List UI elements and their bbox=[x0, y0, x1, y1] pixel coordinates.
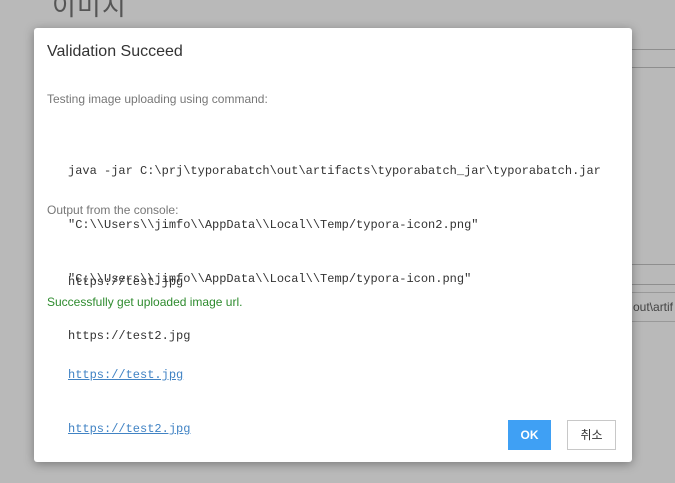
command-label: Testing image uploading using command: bbox=[47, 92, 268, 106]
uploaded-urls: https://test.jpg https://test2.jpg bbox=[68, 330, 190, 474]
validation-dialog: Validation Succeed Testing image uploadi… bbox=[34, 28, 632, 462]
background-divider bbox=[632, 264, 675, 265]
dialog-title: Validation Succeed bbox=[47, 43, 183, 60]
uploaded-url-link[interactable]: https://test.jpg bbox=[68, 366, 190, 384]
background-divider bbox=[632, 67, 675, 68]
command-line: "C:\\Users\\jimfo\\AppData\\Local\\Temp/… bbox=[68, 218, 479, 232]
background-divider bbox=[632, 49, 675, 50]
cancel-button[interactable]: 취소 bbox=[567, 420, 616, 450]
background-page-title: 이미지 bbox=[52, 0, 127, 22]
background-divider bbox=[632, 284, 675, 285]
output-label: Output from the console: bbox=[47, 203, 179, 217]
background-path-field: out\artif bbox=[628, 292, 675, 322]
output-line: https://test.jpg bbox=[68, 275, 184, 289]
uploaded-url-link[interactable]: https://test2.jpg bbox=[68, 420, 190, 438]
success-message: Successfully get uploaded image url. bbox=[47, 295, 243, 309]
ok-button[interactable]: OK bbox=[508, 420, 551, 450]
command-line: java -jar C:\prj\typorabatch\out\artifac… bbox=[68, 164, 601, 178]
